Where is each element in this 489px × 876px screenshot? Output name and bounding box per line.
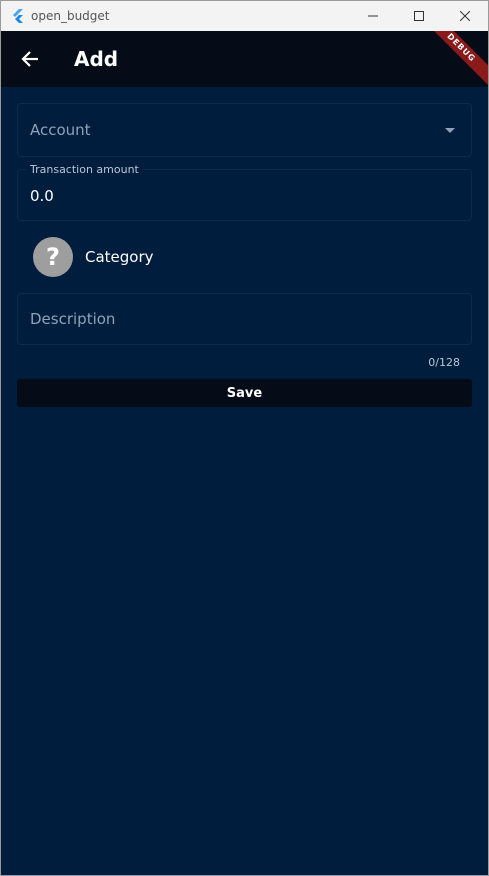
maximize-icon	[414, 11, 424, 21]
app-window: open_budget Add DEBUG Account Transactio…	[0, 0, 489, 876]
flutter-logo-icon	[13, 9, 23, 23]
dropdown-arrow-icon	[445, 127, 455, 133]
window-title: open_budget	[31, 9, 110, 23]
account-dropdown[interactable]: Account	[17, 103, 472, 157]
amount-label: Transaction amount	[26, 163, 143, 176]
close-button[interactable]	[442, 1, 488, 31]
close-icon	[460, 11, 470, 21]
debug-banner: DEBUG	[417, 31, 488, 87]
form-container: Account Transaction amount 0.0 ? Categor…	[1, 87, 488, 407]
save-button[interactable]: Save	[17, 379, 472, 407]
description-field[interactable]: Description	[17, 293, 472, 345]
page-title: Add	[74, 47, 119, 71]
category-label: Category	[85, 248, 154, 266]
maximize-button[interactable]	[396, 1, 442, 31]
minimize-icon	[368, 15, 378, 17]
description-counter: 0/128	[428, 356, 460, 369]
app-bar: Add DEBUG	[1, 31, 488, 87]
minimize-button[interactable]	[350, 1, 396, 31]
back-button[interactable]	[18, 47, 42, 71]
account-placeholder: Account	[30, 121, 91, 139]
amount-field[interactable]: Transaction amount 0.0	[17, 163, 472, 221]
question-mark-icon: ?	[33, 237, 73, 277]
category-selector[interactable]: ? Category	[17, 221, 472, 293]
description-placeholder: Description	[30, 310, 116, 328]
arrow-left-icon	[21, 51, 38, 67]
window-titlebar: open_budget	[1, 1, 488, 31]
